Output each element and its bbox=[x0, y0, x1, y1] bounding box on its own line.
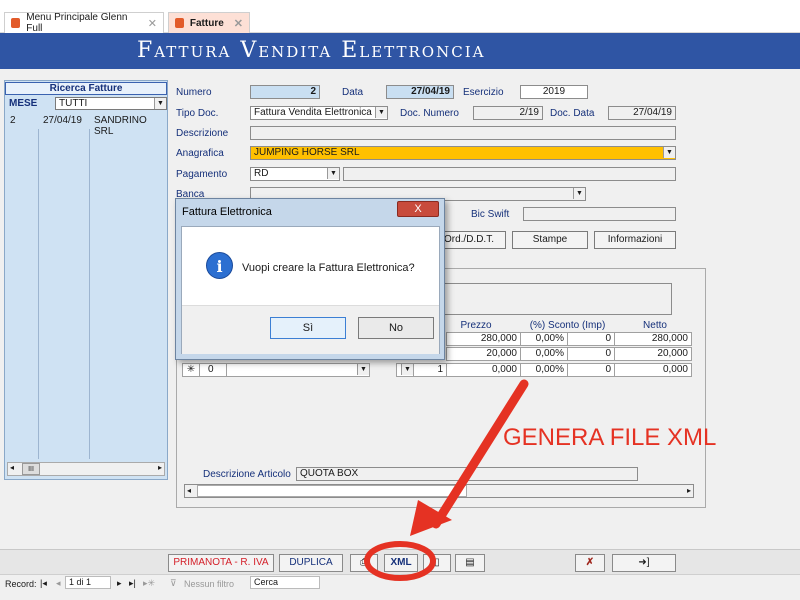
red-arrow-shaft bbox=[431, 379, 529, 529]
red-circle-highlight bbox=[364, 541, 436, 581]
annotation-overlay bbox=[364, 379, 529, 581]
